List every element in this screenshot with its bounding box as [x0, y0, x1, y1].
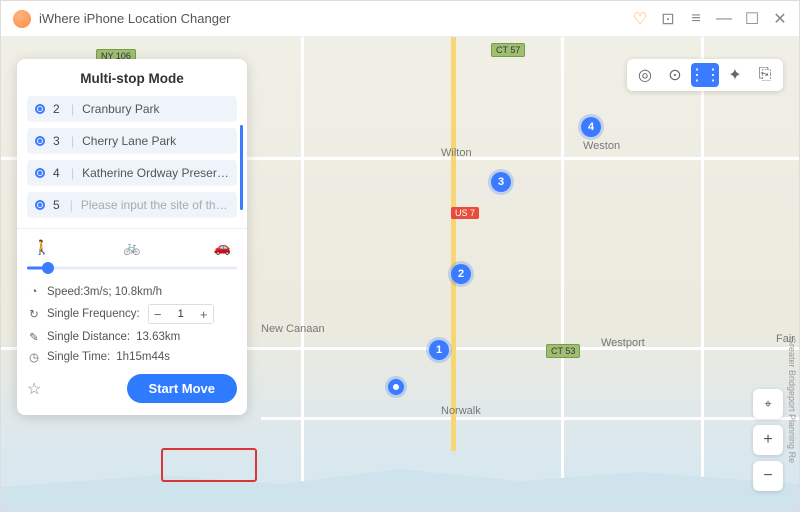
mode-exit-icon[interactable]: ⎘: [751, 63, 779, 87]
mode-joystick-icon[interactable]: ✦: [721, 63, 749, 87]
panel-footer: ☆ Start Move: [27, 374, 237, 403]
zoom-out-button[interactable]: −: [753, 461, 783, 491]
distance-row: ✎ Single Distance: 13.63km: [27, 330, 237, 344]
speed-slider[interactable]: [27, 258, 237, 278]
stop-number: 5: [53, 198, 62, 212]
stop-placeholder[interactable]: Please input the site of this path: [81, 198, 229, 212]
app-logo-icon: [13, 10, 31, 28]
separator: |: [71, 134, 74, 148]
speed-mode-row: 🚶 🚲 🚗: [27, 239, 237, 256]
slider-thumb[interactable]: [42, 262, 54, 274]
stop-row[interactable]: 4 | Katherine Ordway Preserve: [27, 160, 237, 186]
highway: [451, 37, 456, 451]
route-pin-2[interactable]: 2: [451, 264, 471, 284]
mode-multistop-icon[interactable]: ⋮⋮: [691, 63, 719, 87]
titlebar: iWhere iPhone Location Changer ♡ ⊡ ≡ — ☐…: [1, 1, 799, 37]
maximize-icon[interactable]: ☐: [745, 12, 759, 26]
distance-value: 13.63km: [136, 331, 180, 343]
map-credit: Greater Bridgeport Planning Re: [787, 337, 797, 463]
stop-row[interactable]: 3 | Cherry Lane Park: [27, 128, 237, 154]
stop-name: Cherry Lane Park: [82, 134, 176, 148]
route-pin-4[interactable]: 4: [581, 117, 601, 137]
route-pin-3[interactable]: 3: [491, 172, 511, 192]
minimize-icon[interactable]: —: [717, 12, 731, 26]
radio-icon[interactable]: [35, 200, 45, 210]
feedback-icon[interactable]: ⊡: [661, 12, 675, 26]
ruler-icon: ✎: [27, 330, 41, 344]
stop-number: 2: [53, 102, 63, 116]
separator: |: [71, 102, 74, 116]
freq-increment[interactable]: +: [195, 305, 213, 323]
divider: [17, 228, 247, 229]
time-label: Single Time:: [47, 351, 110, 363]
frequency-stepper[interactable]: − +: [148, 304, 214, 324]
badge-ct57: CT 57: [491, 43, 525, 57]
road: [561, 37, 564, 511]
time-value: 1h15m44s: [116, 351, 170, 363]
stop-number: 3: [53, 134, 63, 148]
frequency-label: Single Frequency:: [47, 308, 140, 320]
gauge-icon: ◔: [27, 286, 41, 298]
map-label-wilton: Wilton: [441, 147, 472, 159]
compass-button[interactable]: ⌖: [753, 389, 783, 419]
road: [301, 37, 304, 511]
panel-title: Multi-stop Mode: [27, 71, 237, 86]
bike-icon[interactable]: 🚲: [123, 239, 140, 256]
zoom-in-button[interactable]: +: [753, 425, 783, 455]
separator: |: [71, 166, 74, 180]
stop-row[interactable]: 5 | Please input the site of this path: [27, 192, 237, 218]
road: [701, 37, 704, 511]
time-row: ◷ Single Time: 1h15m44s: [27, 350, 237, 364]
walk-icon[interactable]: 🚶: [33, 239, 50, 256]
badge-ct53: CT 53: [546, 344, 580, 358]
mode-teleport-icon[interactable]: ⊙: [661, 63, 689, 87]
car-icon[interactable]: 🚗: [214, 239, 231, 256]
multistop-panel: Multi-stop Mode 2 | Cranbury Park 3 | Ch…: [17, 59, 247, 415]
frequency-row: ↻ Single Frequency: − +: [27, 304, 237, 324]
titlebar-actions: ♡ ⊡ ≡ — ☐ ✕: [633, 12, 787, 26]
map-label-newcanaan: New Canaan: [261, 323, 325, 335]
map-label-weston: Weston: [583, 140, 620, 152]
slider-track: [27, 267, 237, 270]
clock-icon: ◷: [27, 350, 41, 364]
content-area: Wilton Weston Westport Norwalk New Canaa…: [1, 37, 799, 511]
distance-label: Single Distance:: [47, 331, 130, 343]
map-label-westport: Westport: [601, 337, 645, 349]
stop-name: Cranbury Park: [82, 102, 159, 116]
freq-decrement[interactable]: −: [149, 305, 167, 323]
radio-icon[interactable]: [35, 168, 45, 178]
app-title: iWhere iPhone Location Changer: [39, 11, 633, 26]
mode-locate-icon[interactable]: ◎: [631, 63, 659, 87]
speed-row: ◔ Speed:3m/s; 10.8km/h: [27, 286, 237, 298]
favorite-icon[interactable]: ♡: [633, 12, 647, 26]
radio-icon[interactable]: [35, 104, 45, 114]
freq-input[interactable]: [167, 308, 195, 320]
repeat-icon: ↻: [27, 307, 41, 321]
stop-row[interactable]: 2 | Cranbury Park: [27, 96, 237, 122]
start-move-button[interactable]: Start Move: [127, 374, 237, 403]
route-pin-1[interactable]: 1: [429, 340, 449, 360]
stop-name: Katherine Ordway Preserve: [82, 166, 229, 180]
map-mode-toolbar: ◎ ⊙ ⋮⋮ ✦ ⎘: [627, 59, 783, 91]
route-pin-start[interactable]: [388, 379, 404, 395]
radio-icon[interactable]: [35, 136, 45, 146]
favorite-star-icon[interactable]: ☆: [27, 379, 41, 399]
menu-icon[interactable]: ≡: [689, 12, 703, 26]
scroll-indicator[interactable]: [240, 125, 243, 210]
separator: |: [70, 198, 73, 212]
map-label-norwalk: Norwalk: [441, 405, 481, 417]
road: [261, 417, 799, 420]
app-window: iWhere iPhone Location Changer ♡ ⊡ ≡ — ☐…: [0, 0, 800, 512]
badge-us7: US 7: [451, 207, 479, 219]
speed-text: Speed:3m/s; 10.8km/h: [47, 286, 162, 298]
stop-number: 4: [53, 166, 63, 180]
zoom-controls: ⌖ + −: [753, 389, 783, 491]
close-icon[interactable]: ✕: [773, 12, 787, 26]
